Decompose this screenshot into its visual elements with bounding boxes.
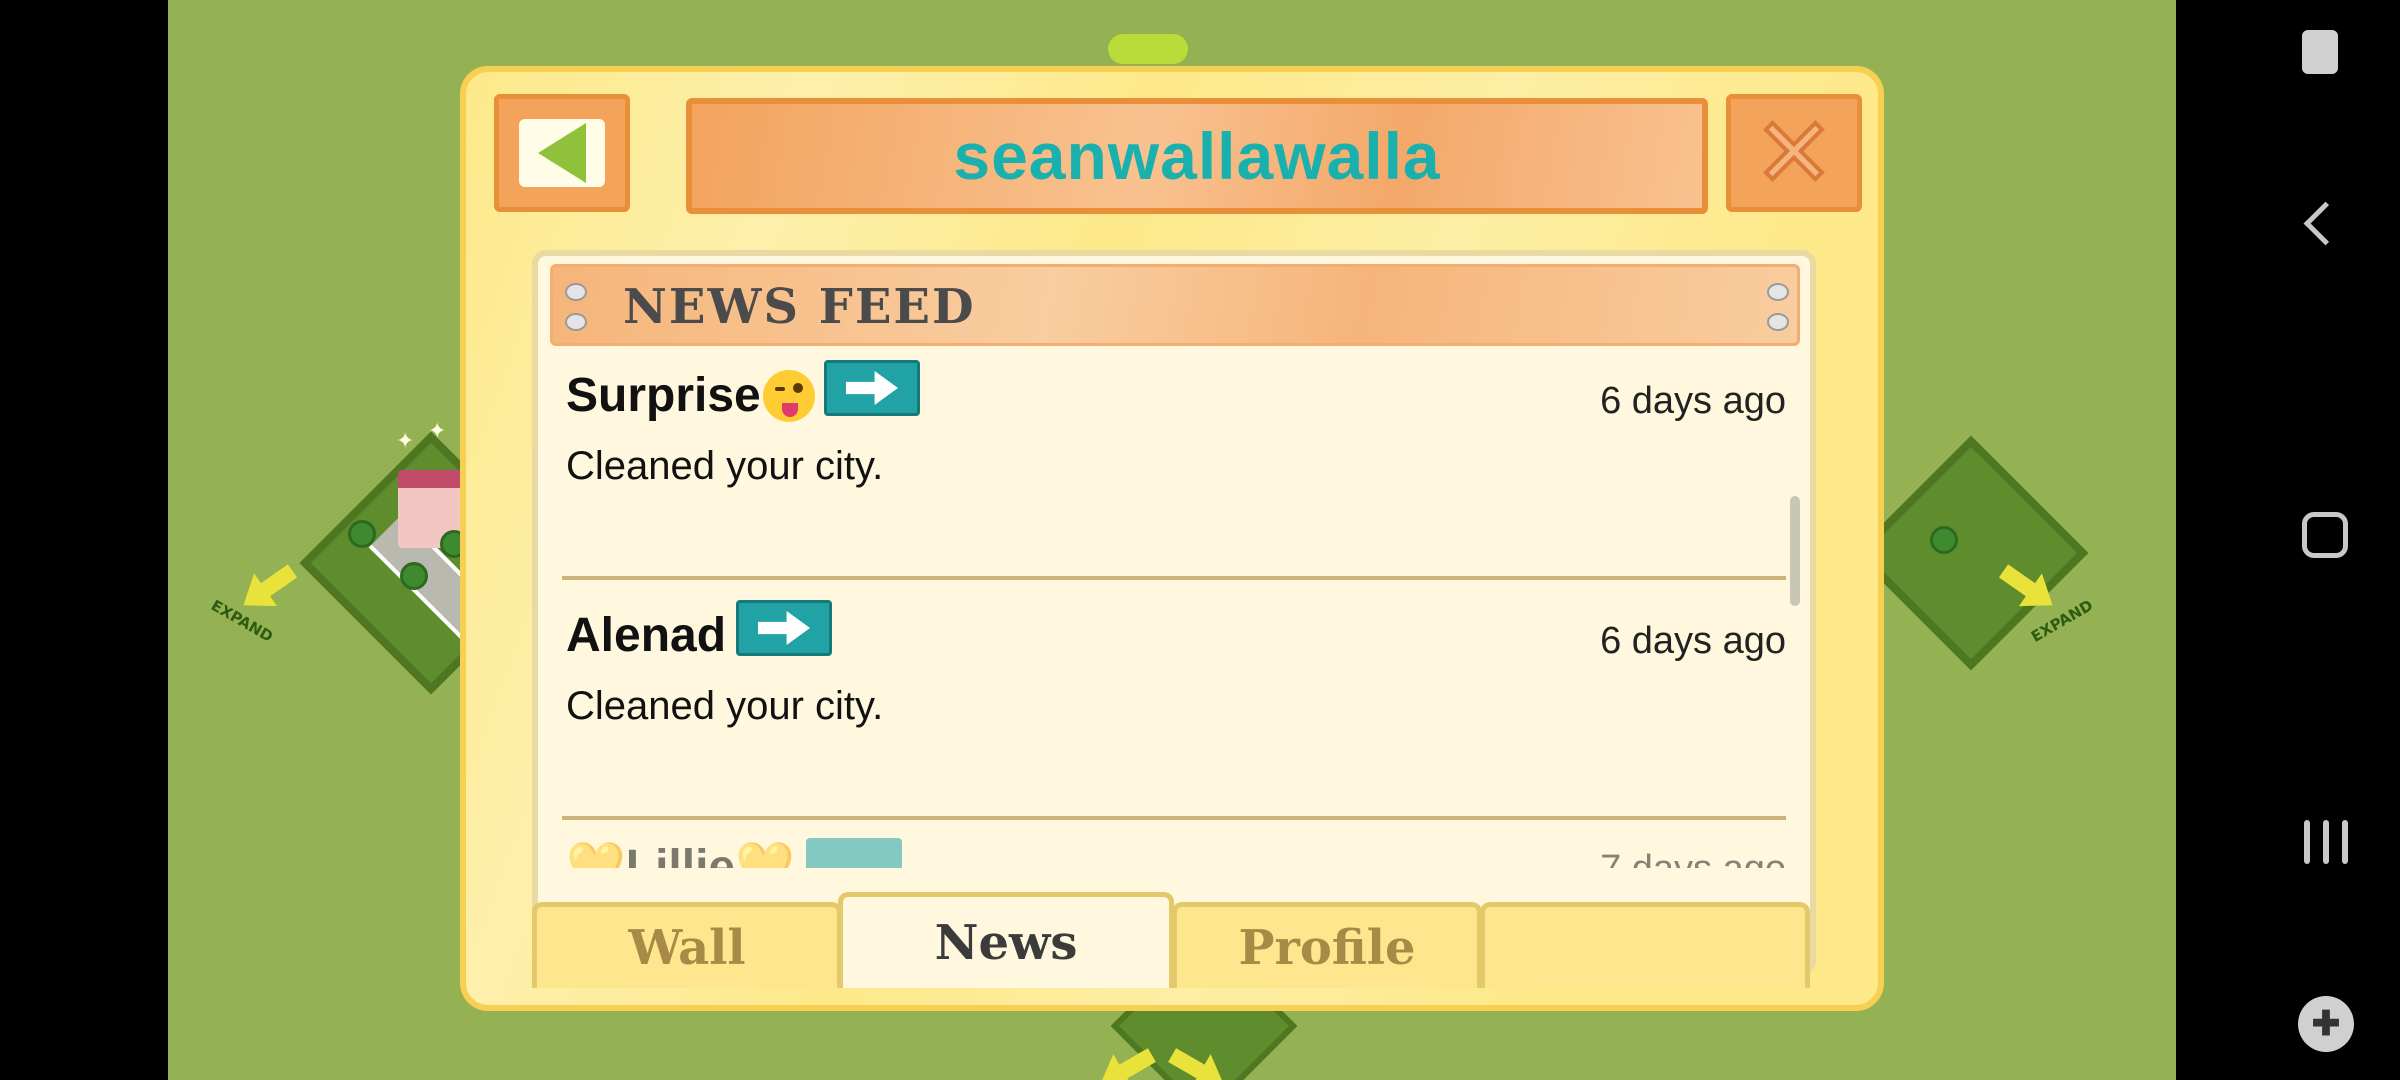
letterbox-left	[0, 0, 168, 1080]
screenshot-icon[interactable]	[2302, 30, 2338, 74]
feed-item: Alenad 6 days ago Cleaned your city.	[562, 600, 1786, 820]
tab-empty[interactable]	[1480, 902, 1810, 988]
winking-tongue-emoji-icon	[762, 369, 815, 422]
sparkle-icon: ✦	[396, 428, 415, 453]
dialog-title: seanwallawalla	[953, 119, 1441, 193]
tab-wall[interactable]: Wall	[532, 902, 842, 988]
feed-item-name: Alenad	[566, 608, 726, 663]
back-button[interactable]	[494, 94, 630, 212]
tree-icon	[1930, 526, 1958, 554]
tree-icon	[348, 520, 376, 548]
back-triangle-icon	[538, 123, 586, 183]
tree-icon	[400, 562, 428, 590]
news-feed-title: NEWS FEED	[623, 279, 976, 335]
feed-item-time: 7 days ago	[1600, 848, 1786, 868]
feed-item-partial: 💛Lillie💛 7 days ago	[562, 838, 1786, 868]
profile-dialog: seanwallawalla ✕ NEWS FEED Surprise 6 da…	[460, 66, 1884, 1011]
feed-item-name: 💛Lillie💛	[566, 841, 795, 868]
close-button[interactable]: ✕	[1726, 94, 1862, 212]
rivet-icon	[1767, 283, 1789, 301]
visit-user-button[interactable]	[824, 360, 920, 416]
feed-item-time: 6 days ago	[1600, 380, 1786, 422]
system-nav-bar	[2176, 0, 2400, 1080]
recents-icon[interactable]	[2304, 820, 2348, 864]
news-feed-header: NEWS FEED	[550, 264, 1800, 346]
right-arrow-icon	[758, 611, 810, 645]
rivet-icon	[565, 283, 587, 301]
dialog-tabs: Wall News Profile	[532, 892, 1816, 988]
feed-item: Surprise 6 days ago Cleaned your city.	[562, 360, 1786, 580]
game-launcher-icon[interactable]: ✚	[2298, 996, 2354, 1052]
feed-item-name: Surprise	[566, 368, 815, 423]
top-creature-decoration	[1108, 34, 1188, 64]
news-feed-panel[interactable]: NEWS FEED Surprise 6 days ago Cleaned yo…	[532, 250, 1816, 975]
visit-user-button[interactable]	[736, 600, 832, 656]
right-arrow-icon	[846, 371, 898, 405]
feed-item-name-text: Alenad	[566, 609, 727, 662]
close-x-icon: ✕	[1752, 97, 1836, 209]
feed-item-text: Cleaned your city.	[566, 444, 884, 488]
feed-item-name-text: Surprise	[566, 369, 761, 422]
feed-divider	[562, 816, 1786, 820]
sparkle-icon: ✦	[428, 418, 447, 443]
title-bar: seanwallawalla	[686, 98, 1708, 214]
feed-divider	[562, 576, 1786, 580]
rivet-icon	[565, 313, 587, 331]
tab-profile[interactable]: Profile	[1172, 902, 1482, 988]
rivet-icon	[1767, 313, 1789, 331]
tab-news[interactable]: News	[838, 892, 1174, 988]
back-button-face	[519, 119, 605, 187]
visit-user-button[interactable]	[806, 838, 902, 868]
home-icon[interactable]	[2302, 512, 2348, 558]
feed-item-text: Cleaned your city.	[566, 684, 884, 728]
feed-scrollbar[interactable]	[1790, 496, 1800, 606]
feed-item-time: 6 days ago	[1600, 620, 1786, 662]
